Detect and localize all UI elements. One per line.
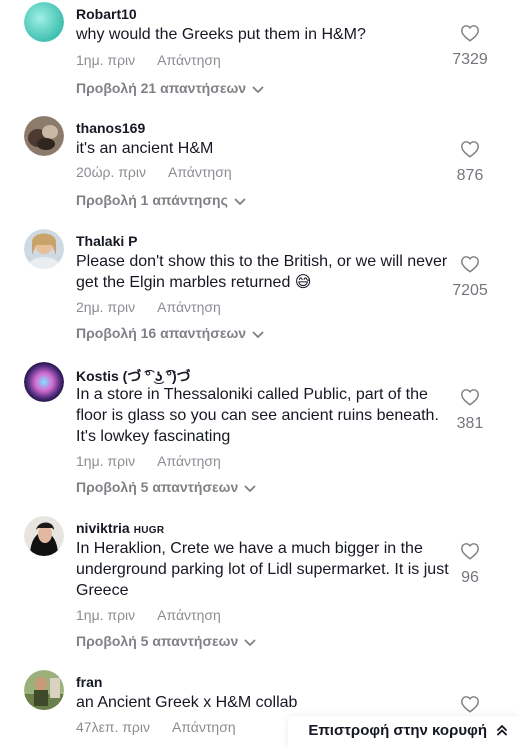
back-to-top-button[interactable]: Επιστροφή στην κορυφή	[288, 716, 519, 747]
heart-icon	[445, 542, 495, 565]
view-replies-button[interactable]: Προβολή 16 απαντήσεων	[76, 325, 264, 342]
reply-button[interactable]: Απάντηση	[157, 607, 221, 623]
like-button[interactable]: 96	[445, 542, 495, 587]
comment-time: 20ώρ. πριν	[76, 164, 146, 180]
heart-icon	[445, 388, 495, 411]
view-replies-button[interactable]: Προβολή 5 απαντήσεων	[76, 633, 256, 650]
double-chevron-up-icon	[497, 724, 507, 739]
comment-time: 2ημ. πριν	[76, 299, 136, 315]
avatar[interactable]	[24, 670, 64, 710]
heart-icon	[445, 255, 495, 278]
avatar-image	[24, 2, 64, 42]
chevron-down-icon	[244, 480, 256, 496]
reply-button[interactable]: Απάντηση	[157, 52, 221, 68]
reply-button[interactable]: Απάντηση	[168, 164, 232, 180]
like-button[interactable]: 7329	[445, 24, 495, 69]
avatar[interactable]	[24, 516, 64, 556]
view-replies-button[interactable]: Προβολή 21 απαντήσεων	[76, 80, 264, 97]
chevron-down-icon	[252, 81, 264, 97]
chevron-down-icon	[234, 193, 246, 209]
view-replies-label: Προβολή 5 απαντήσεων	[76, 633, 239, 649]
avatar-image	[24, 670, 64, 710]
avatar[interactable]	[24, 229, 64, 269]
like-count: 381	[456, 415, 484, 432]
comment-time: 47λεπ. πριν	[76, 719, 150, 735]
comment-username-text: niviktria	[76, 520, 130, 536]
avatar-image	[24, 362, 64, 402]
chevron-down-icon	[244, 634, 256, 650]
comment-meta: 2ημ. πριν Απάντηση	[76, 299, 221, 315]
like-button[interactable]	[445, 695, 495, 718]
view-replies-label: Προβολή 16 απαντήσεων	[76, 325, 247, 341]
like-button[interactable]: 381	[445, 388, 495, 433]
comment-text: why would the Greeks put them in H&M?	[76, 26, 366, 43]
like-count: 7329	[452, 51, 488, 68]
view-replies-button[interactable]: Προβολή 5 απαντήσεων	[76, 479, 256, 496]
comment-text: In a store in Thessaloniki called Public…	[76, 386, 439, 445]
avatar[interactable]	[24, 116, 64, 156]
comment-text: it's an ancient H&M	[76, 140, 214, 157]
view-replies-label: Προβολή 1 απάντησης	[76, 192, 228, 208]
comment-meta: 1ημ. πριν Απάντηση	[76, 453, 221, 469]
like-count: 96	[461, 569, 479, 586]
view-replies-label: Προβολή 21 απαντήσεων	[76, 80, 247, 96]
comment-username[interactable]: Kostis (づ ͡° ͜ʖ ͡°)づ	[76, 366, 191, 386]
comment-username[interactable]: Thalaki P	[76, 233, 137, 249]
comment-meta: 20ώρ. πριν Απάντηση	[76, 164, 232, 180]
avatar-image	[24, 229, 64, 269]
like-count: 876	[456, 167, 484, 184]
comment-time: 1ημ. πριν	[76, 453, 136, 469]
reply-button[interactable]: Απάντηση	[157, 453, 221, 469]
comment-username[interactable]: Robart10	[76, 6, 137, 22]
avatar[interactable]	[24, 362, 64, 402]
reply-button[interactable]: Απάντηση	[172, 719, 236, 735]
heart-icon	[445, 140, 495, 163]
comment-username[interactable]: thanos169	[76, 120, 145, 136]
heart-icon	[445, 24, 495, 47]
comment-meta: 47λεπ. πριν Απάντηση	[76, 719, 236, 735]
back-to-top-label: Επιστροφή στην κορυφή	[308, 722, 487, 739]
like-button[interactable]: 7205	[445, 255, 495, 300]
comment-time: 1ημ. πριν	[76, 607, 136, 623]
view-replies-label: Προβολή 5 απαντήσεων	[76, 479, 239, 495]
like-button[interactable]: 876	[445, 140, 495, 185]
comment-text: Please don't show this to the British, o…	[76, 253, 448, 291]
chevron-down-icon	[252, 326, 264, 342]
user-badge: HUGR	[133, 525, 165, 536]
comment-text: In Heraklion, Crete we have a much bigge…	[76, 540, 449, 599]
comment-text: an Ancient Greek x H&M collab	[76, 694, 298, 711]
avatar[interactable]	[24, 2, 64, 42]
comment-username[interactable]: niviktria HUGR	[76, 520, 164, 536]
like-count: 7205	[452, 282, 488, 299]
comment-meta: 1ημ. πριν Απάντηση	[76, 52, 221, 68]
heart-icon	[445, 695, 495, 718]
view-replies-button[interactable]: Προβολή 1 απάντησης	[76, 192, 246, 209]
reply-button[interactable]: Απάντηση	[157, 299, 221, 315]
comment-time: 1ημ. πριν	[76, 52, 136, 68]
comment-username[interactable]: fran	[76, 674, 102, 690]
avatar-image	[24, 116, 64, 156]
avatar-image	[24, 516, 64, 556]
comment-meta: 1ημ. πριν Απάντηση	[76, 607, 221, 623]
